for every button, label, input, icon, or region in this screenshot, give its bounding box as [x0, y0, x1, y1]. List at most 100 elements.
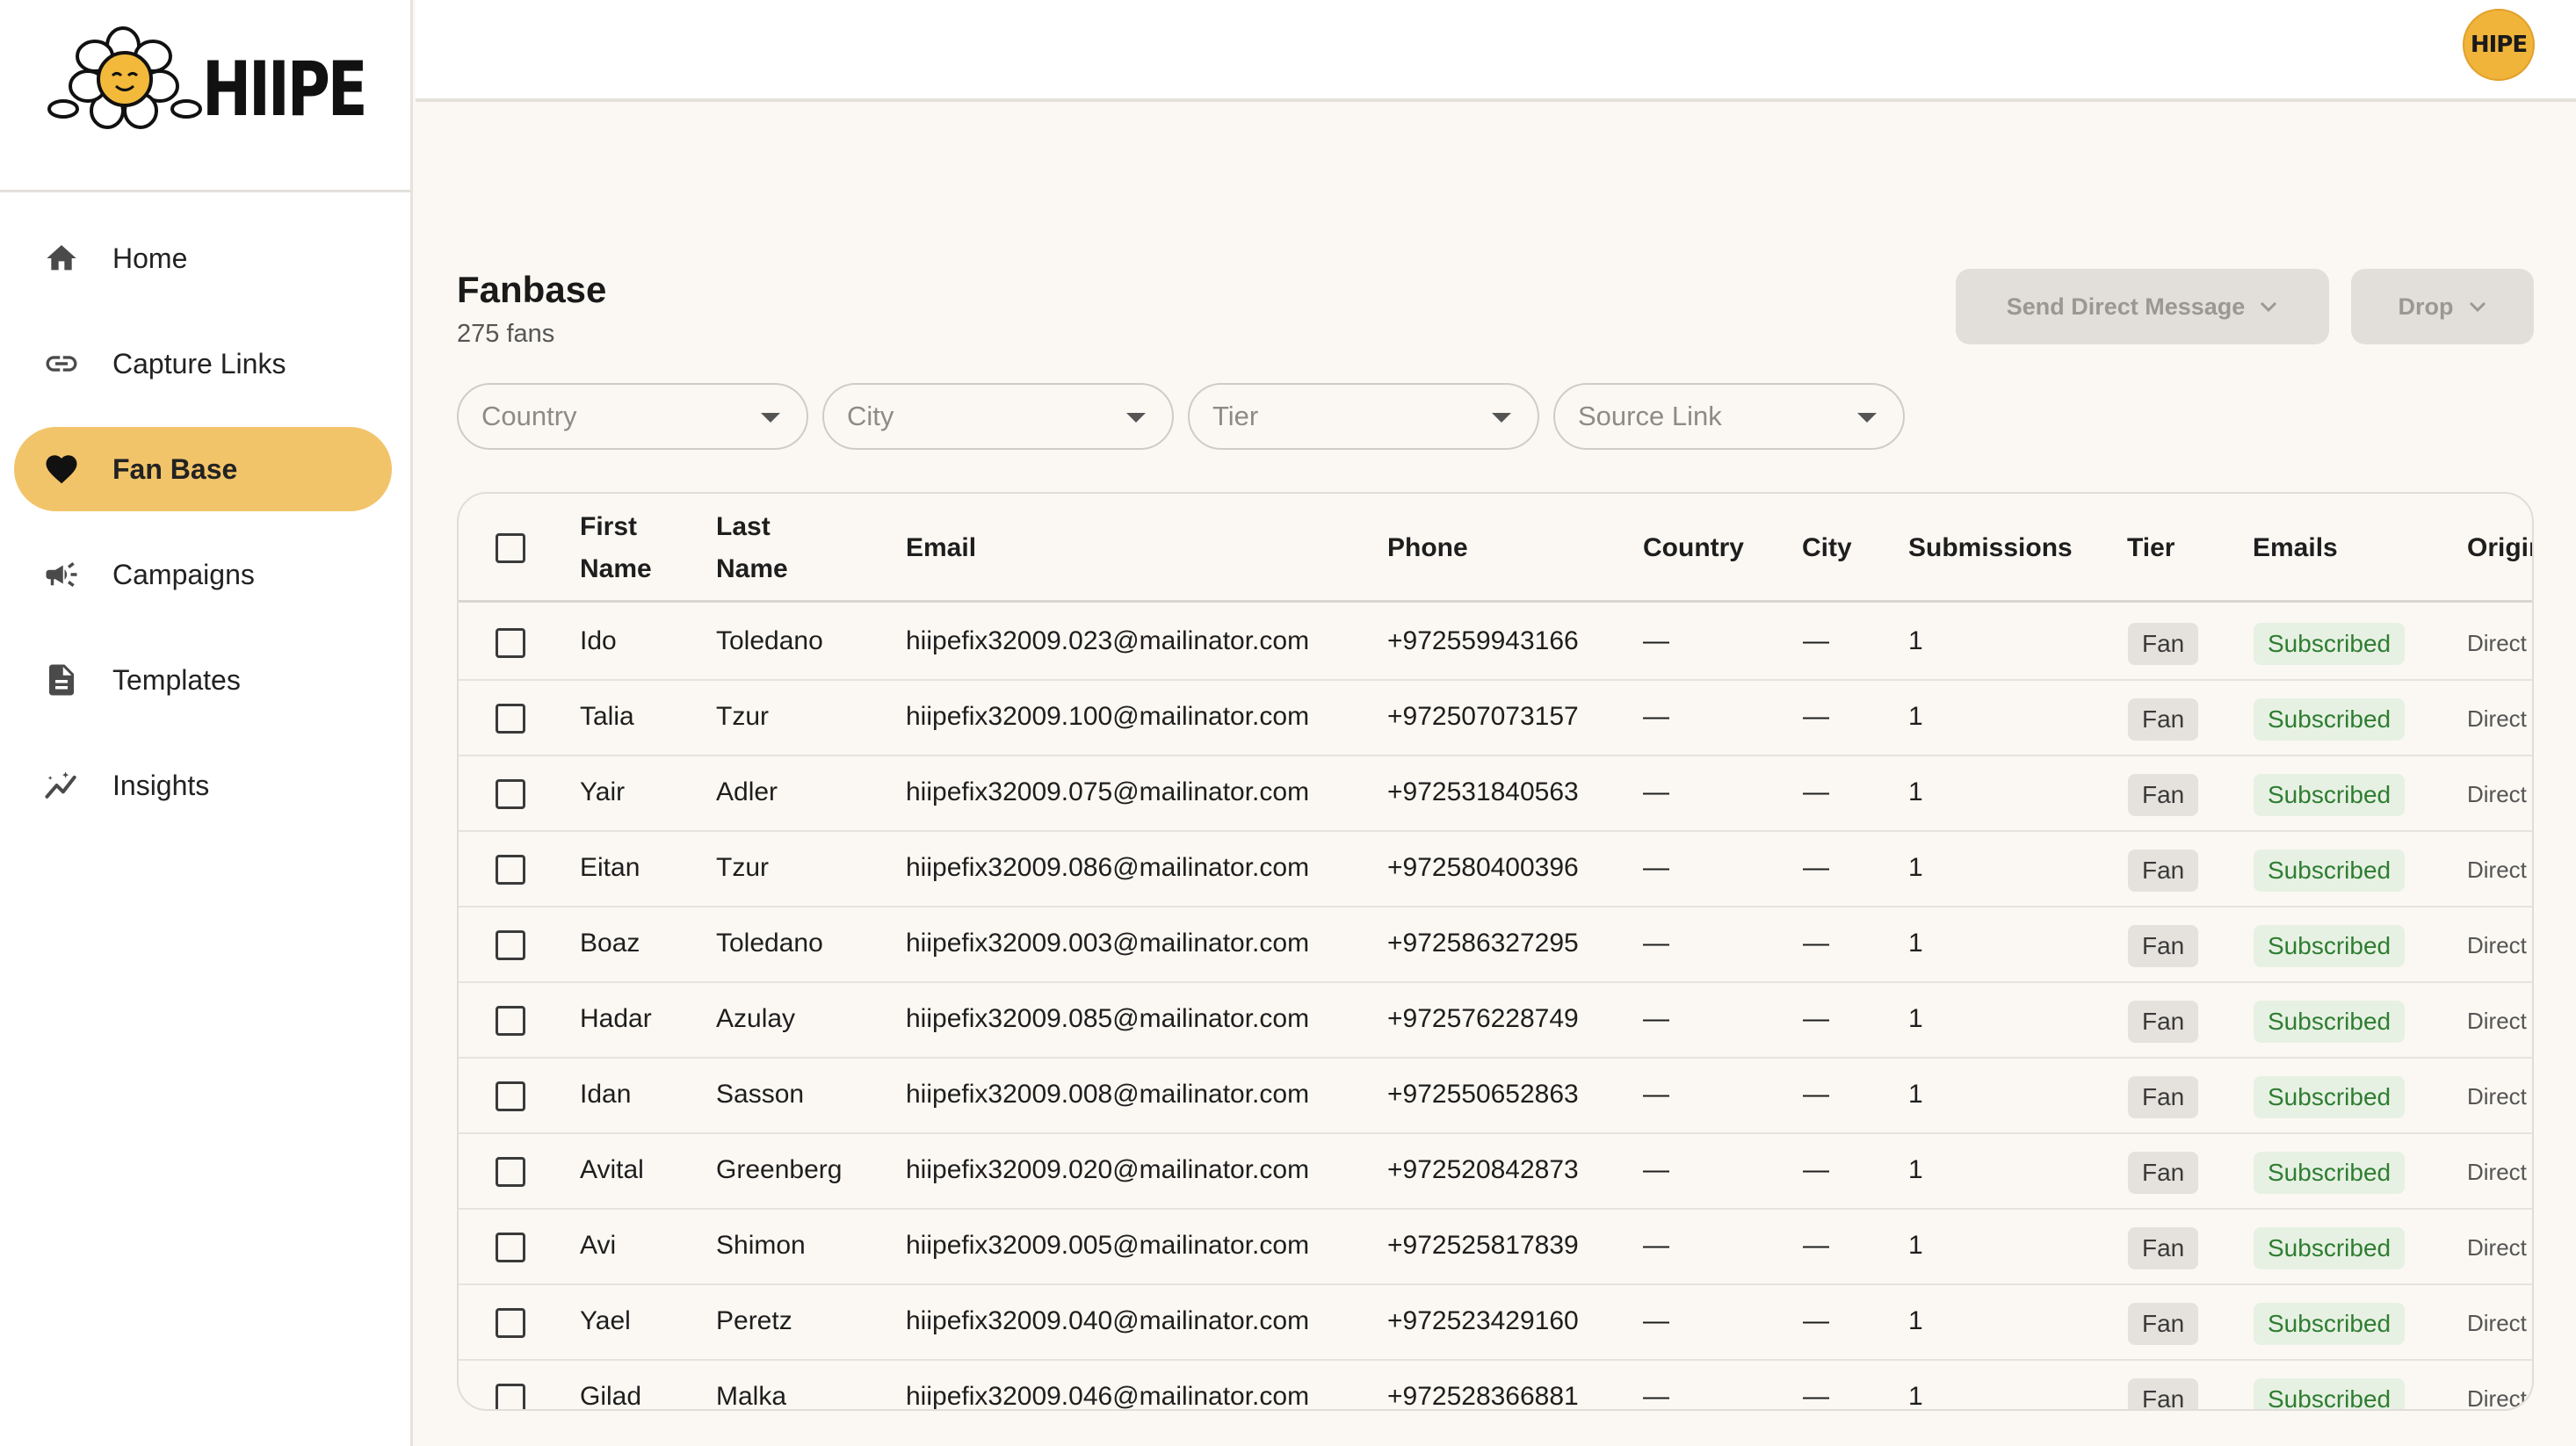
drop-button[interactable]: Drop — [2351, 269, 2534, 344]
sidebar-item-campaigns[interactable]: Campaigns — [14, 532, 392, 617]
table-row[interactable]: Gilad Malka hiipefix32009.046@mailinator.c… — [459, 1361, 2532, 1411]
row-checkbox[interactable] — [496, 1384, 525, 1409]
country-cell: — — [1643, 1306, 1669, 1335]
sidebar-item-fan-base[interactable]: Fan Base — [14, 427, 392, 511]
table-row[interactable]: Idan Sasson hiipefix32009.008@mailinator.c… — [459, 1059, 2532, 1134]
email-cell: hiipefix32009.086@mailinator.com — [906, 853, 1310, 882]
origin-cell: Direct — [2467, 1310, 2527, 1336]
first-name-cell: Eitan — [580, 853, 640, 882]
row-checkbox[interactable] — [496, 855, 525, 885]
table-row[interactable]: Boaz Toledano hiipefix32009.003@mailinator… — [459, 907, 2532, 983]
email-cell: hiipefix32009.023@mailinator.com — [906, 626, 1310, 655]
link-icon — [42, 344, 81, 383]
row-checkbox[interactable] — [496, 1233, 525, 1262]
sidebar-item-capture-links[interactable]: Capture Links — [14, 322, 392, 406]
country-cell: — — [1643, 1080, 1669, 1109]
last-name-cell: Sasson — [716, 1080, 805, 1109]
row-checkbox[interactable] — [496, 930, 525, 960]
brand-name: HIIPE — [202, 46, 368, 134]
country-filter[interactable]: Country — [457, 383, 808, 450]
row-checkbox[interactable] — [496, 779, 525, 809]
top-bar — [416, 0, 2576, 102]
dropdown-arrow-icon — [1126, 413, 1146, 423]
sidebar-item-label: Templates — [112, 663, 241, 696]
column-header-country[interactable]: Country — [1643, 527, 1744, 569]
tier-badge: Fan — [2128, 1227, 2199, 1269]
email-status-badge: Subscribed — [2254, 1076, 2406, 1118]
sidebar-item-insights[interactable]: Insights — [14, 743, 392, 828]
city-cell: — — [1803, 1080, 1829, 1109]
send-direct-message-button[interactable]: Send Direct Message — [1956, 269, 2329, 344]
logo[interactable]: HIIPE — [0, 0, 410, 192]
document-icon — [42, 661, 81, 699]
table-row[interactable]: Avital Greenberg hiipefix32009.020@mailina… — [459, 1134, 2532, 1210]
origin-cell: Direct — [2467, 1083, 2527, 1110]
column-header-phone[interactable]: Phone — [1387, 527, 1468, 569]
chevron-down-icon — [2261, 301, 2277, 313]
country-cell: — — [1643, 1231, 1669, 1260]
submissions-cell: 1 — [1908, 853, 1923, 882]
table-row[interactable]: Avi Shimon hiipefix32009.005@mailinator.co… — [459, 1210, 2532, 1285]
email-cell: hiipefix32009.040@mailinator.com — [906, 1306, 1310, 1335]
table-row[interactable]: Talia Tzur hiipefix32009.100@mailinator.co… — [459, 681, 2532, 756]
dropdown-arrow-icon — [761, 413, 780, 423]
avatar[interactable]: HIPE — [2463, 9, 2535, 81]
row-checkbox[interactable] — [496, 1157, 525, 1187]
sidebar-item-home[interactable]: Home — [14, 216, 392, 300]
column-header-last-name[interactable]: Last Name — [716, 506, 788, 590]
column-header-city[interactable]: City — [1802, 527, 1852, 569]
tier-filter[interactable]: Tier — [1188, 383, 1539, 450]
column-header-origin[interactable]: Origin — [2467, 527, 2532, 569]
country-cell: — — [1643, 1382, 1669, 1411]
select-all-checkbox[interactable] — [496, 533, 525, 563]
email-cell: hiipefix32009.075@mailinator.com — [906, 777, 1310, 806]
row-checkbox[interactable] — [496, 628, 525, 658]
origin-cell: Direct — [2467, 1385, 2527, 1411]
table-row[interactable]: Ido Toledano hiipefix32009.023@mailinator.… — [459, 605, 2532, 681]
email-status-badge: Subscribed — [2254, 1303, 2406, 1345]
submissions-cell: 1 — [1908, 1080, 1923, 1109]
column-header-emails[interactable]: Emails — [2253, 527, 2338, 569]
first-name-cell: Hadar — [580, 1004, 652, 1033]
source-link-filter[interactable]: Source Link — [1553, 383, 1905, 450]
country-cell: — — [1643, 626, 1669, 655]
column-header-first-name[interactable]: First Name — [580, 506, 652, 590]
last-name-cell: Adler — [716, 777, 778, 806]
email-status-badge: Subscribed — [2254, 1001, 2406, 1043]
row-checkbox[interactable] — [496, 1081, 525, 1111]
origin-cell: Direct — [2467, 1234, 2527, 1261]
first-name-cell: Talia — [580, 702, 634, 731]
city-cell: — — [1803, 1231, 1829, 1260]
table-row[interactable]: Yael Peretz hiipefix32009.040@mailinator.c… — [459, 1285, 2532, 1361]
city-cell: — — [1803, 1382, 1829, 1411]
row-checkbox[interactable] — [496, 1006, 525, 1036]
submissions-cell: 1 — [1908, 702, 1923, 731]
page-title: Fanbase — [457, 269, 607, 310]
email-status-badge: Subscribed — [2254, 623, 2406, 665]
megaphone-icon — [42, 555, 81, 594]
city-filter[interactable]: City — [822, 383, 1174, 450]
last-name-cell: Tzur — [716, 702, 769, 731]
row-checkbox[interactable] — [496, 1308, 525, 1338]
phone-cell: +972520842873 — [1387, 1155, 1579, 1184]
column-header-email[interactable]: Email — [906, 527, 976, 569]
column-header-tier[interactable]: Tier — [2127, 527, 2174, 569]
row-checkbox[interactable] — [496, 704, 525, 734]
tier-badge: Fan — [2128, 1303, 2199, 1345]
tier-badge: Fan — [2128, 774, 2199, 816]
table-row[interactable]: Yair Adler hiipefix32009.075@mailinator.co… — [459, 756, 2532, 832]
avatar-logo-text: HIPE — [2470, 32, 2528, 58]
dropdown-arrow-icon — [1857, 413, 1877, 423]
origin-cell: Direct — [2467, 932, 2527, 958]
last-name-cell: Shimon — [716, 1231, 806, 1260]
phone-cell: +972525817839 — [1387, 1231, 1579, 1260]
country-cell: — — [1643, 1155, 1669, 1184]
tier-badge: Fan — [2128, 850, 2199, 892]
submissions-cell: 1 — [1908, 777, 1923, 806]
origin-cell: Direct — [2467, 781, 2527, 807]
column-header-submissions[interactable]: Submissions — [1908, 527, 2073, 569]
fan-count: 275 fans — [457, 320, 555, 348]
table-row[interactable]: Eitan Tzur hiipefix32009.086@mailinator.co… — [459, 832, 2532, 907]
sidebar-item-templates[interactable]: Templates — [14, 638, 392, 722]
table-row[interactable]: Hadar Azulay hiipefix32009.085@mailinator.… — [459, 983, 2532, 1059]
